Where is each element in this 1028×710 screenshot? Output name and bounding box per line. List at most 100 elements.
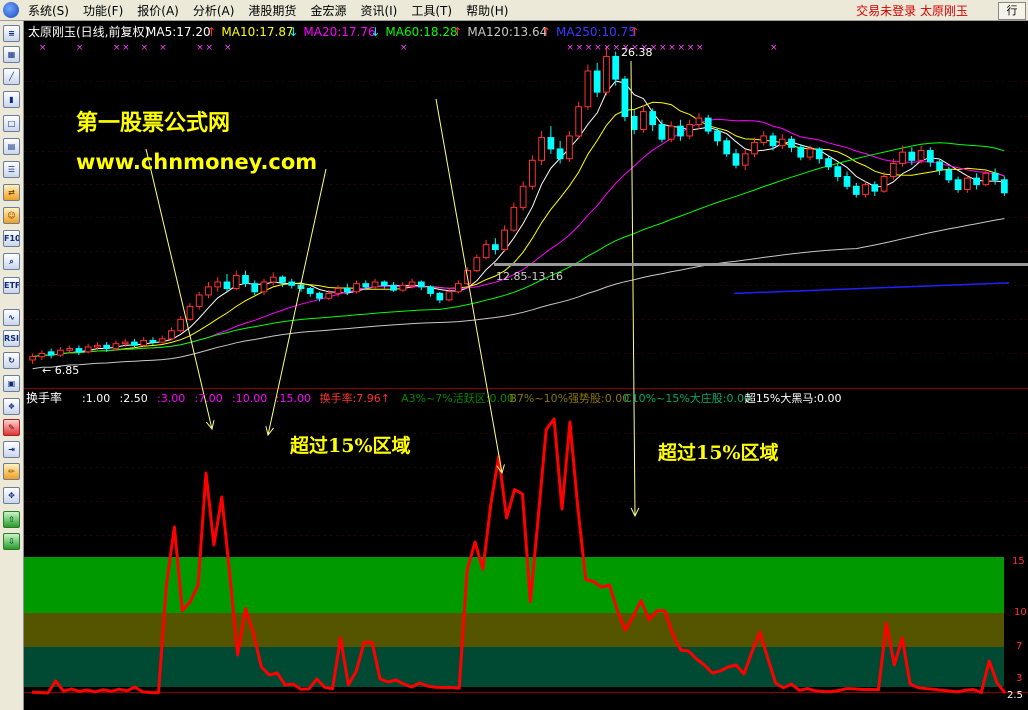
candle-up — [260, 281, 268, 293]
candle-up — [880, 176, 888, 192]
candle-up — [917, 150, 925, 161]
menu-help[interactable]: 帮助(H) — [459, 2, 515, 19]
candle-down — [223, 281, 231, 290]
candle-down — [436, 292, 444, 301]
arrow-down-icon[interactable]: ⇩ — [3, 533, 20, 550]
sub-panel-legend: :1.00:2.50:3.00:7.00:10.00:15.00 换手率:7.96… — [82, 391, 842, 405]
menu-quote[interactable]: 报价(A) — [130, 2, 186, 19]
f10-icon[interactable]: F10 — [3, 230, 20, 247]
candle-up — [566, 135, 573, 160]
pencil-icon[interactable]: ✏ — [3, 463, 20, 480]
candle-up — [195, 294, 203, 307]
ma-legend-item: MA20:17.76 — [303, 25, 375, 39]
export-icon[interactable]: ⇥ — [3, 441, 20, 458]
sub-legend-item: :15.00 — [276, 392, 311, 405]
quote-list-icon[interactable]: ≡ — [3, 25, 20, 42]
signal-mark: × — [696, 43, 704, 53]
ma-legend-arrow: ↑ — [452, 25, 462, 39]
candle-down — [843, 176, 851, 187]
signal-mark: × — [196, 43, 204, 53]
candle-down — [871, 184, 879, 192]
refresh-icon[interactable]: ↻ — [3, 352, 20, 369]
gap-label: 12.85-13.16 — [496, 270, 563, 283]
candle-up — [751, 141, 758, 155]
watermark-title: 第一股票公式网 — [76, 110, 230, 136]
kline-chart-area[interactable]: × × × × × × × × × × × × × × × × × × × × × × × × × × 12.85-13.16 2… — [24, 21, 1028, 710]
signal-mark: × — [594, 43, 602, 53]
candle-up — [140, 339, 148, 346]
signal-mark: × — [613, 43, 621, 53]
candle-up — [519, 185, 527, 208]
annotation-left: 超过15%区域 — [289, 434, 411, 457]
candle-down — [427, 286, 434, 294]
candle-down — [149, 339, 157, 343]
menu-tools[interactable]: 工具(T) — [404, 2, 459, 19]
candle-up — [94, 344, 101, 348]
menu-jinhongyuan[interactable]: 金宏源 — [303, 2, 353, 19]
tick-15: 15 — [1012, 556, 1025, 567]
swap-icon[interactable]: ⇄ — [3, 184, 20, 201]
low-price-label: ← 6.85 — [42, 364, 79, 377]
signal-mark: × — [603, 43, 611, 53]
grid-icon[interactable]: ▦ — [3, 46, 20, 63]
candle-up — [603, 55, 610, 93]
search-icon[interactable]: ⌕ — [3, 253, 20, 270]
move-icon[interactable]: ✥ — [3, 487, 20, 504]
candle-down — [677, 125, 684, 137]
candle-down — [704, 117, 712, 132]
candle-up — [57, 349, 64, 356]
bookmark-icon[interactable]: ❖ — [3, 398, 20, 415]
candle-up — [482, 244, 490, 259]
candle-up — [371, 281, 379, 288]
candle-up — [29, 356, 36, 361]
menu-hk-futures[interactable]: 港股期货 — [241, 2, 303, 19]
etf-icon[interactable]: ETF — [3, 277, 20, 294]
window-icon[interactable]: □ — [3, 115, 20, 132]
candle-down — [316, 292, 323, 299]
arrow-up-icon[interactable]: ⇧ — [3, 511, 20, 528]
wave-icon[interactable]: ∿ — [3, 309, 20, 326]
candle-down — [75, 348, 83, 353]
candle-up — [667, 125, 675, 140]
candle-down — [815, 148, 823, 160]
table-icon[interactable]: ▤ — [3, 138, 20, 155]
candle-down — [723, 140, 731, 155]
rsi-icon[interactable]: RSI — [3, 330, 20, 347]
ma-legend-item: MA60:18.28 — [385, 25, 457, 39]
candle-down — [936, 161, 943, 171]
candle-up — [510, 206, 518, 231]
ma-legend-arrow: ↑ — [206, 25, 216, 39]
candle-up — [168, 330, 175, 340]
candle-down — [251, 283, 259, 293]
line-chart-icon[interactable]: ╱ — [3, 68, 20, 85]
quote-corner-button[interactable]: 行 — [998, 2, 1026, 20]
signal-mark: × — [39, 43, 47, 53]
list-icon[interactable]: ☰ — [3, 161, 20, 178]
kline-icon[interactable]: ▮ — [3, 91, 20, 108]
candle-up — [186, 305, 194, 320]
candle-up — [205, 286, 212, 296]
candle-up — [121, 341, 129, 345]
chart-svg[interactable]: × × × × × × × × × × × × × × × × × × × × × × × × × × 12.85-13.16 2… — [24, 21, 1028, 710]
candle-up — [760, 135, 768, 143]
app-logo-icon — [3, 2, 19, 18]
candle-up — [899, 151, 906, 165]
candle-down — [242, 275, 249, 285]
users-icon[interactable]: ☺ — [3, 207, 20, 224]
menu-info[interactable]: 资讯(I) — [353, 2, 404, 19]
menu-function[interactable]: 功能(F) — [76, 2, 130, 19]
candle-down — [621, 78, 629, 117]
menu-analysis[interactable]: 分析(A) — [186, 2, 242, 19]
candle-up — [501, 229, 508, 251]
tools-icon[interactable]: ✎ — [3, 419, 20, 436]
login-status[interactable]: 交易未登录 太原刚玉 — [856, 2, 968, 19]
candle-up — [963, 177, 971, 191]
candle-down — [714, 130, 721, 142]
candle-up — [473, 257, 481, 272]
candle-down — [547, 137, 555, 150]
candle-up — [334, 288, 342, 294]
menu-system[interactable]: 系统(S) — [21, 2, 76, 19]
calc-icon[interactable]: ▣ — [3, 375, 20, 392]
candle-up — [66, 348, 74, 351]
candle-up — [38, 352, 46, 358]
